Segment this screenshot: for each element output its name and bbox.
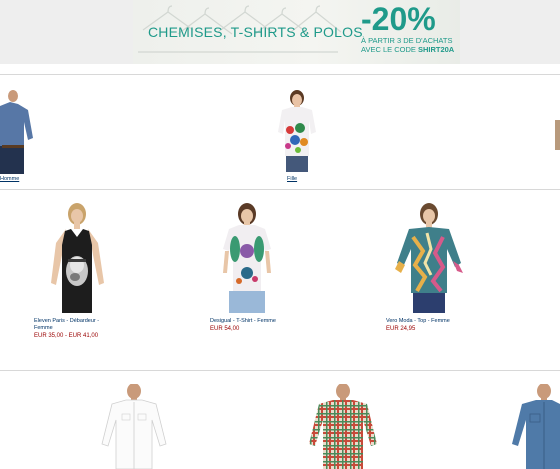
product-price: EUR 24,95 — [386, 326, 416, 332]
product-image-tank-top[interactable] — [46, 203, 110, 315]
divider — [0, 370, 560, 371]
product-image-printed-top[interactable] — [393, 203, 465, 315]
product-image-partial[interactable] — [555, 120, 560, 150]
product-image-denim-shirt[interactable] — [510, 384, 560, 469]
product-image-girl-shirt[interactable] — [276, 90, 318, 176]
product-name[interactable]: Eleven Paris - Débardeur - Femme — [34, 318, 114, 332]
product-price: EUR 54,00 — [210, 326, 240, 332]
promo-code: SHIRT20A — [417, 45, 455, 54]
divider — [0, 189, 560, 190]
product-caption[interactable]: Homme — [0, 176, 19, 182]
divider — [0, 74, 560, 75]
product-price: EUR 35,00 - EUR 41,00 — [34, 333, 99, 339]
product-name[interactable]: Vero Moda - Top - Femme — [386, 318, 466, 325]
discount-label: -20% — [361, 1, 436, 37]
product-name[interactable]: Desigual - T-Shirt - Femme — [210, 318, 290, 325]
product-image-plaid-shirt[interactable] — [305, 384, 381, 469]
product-caption[interactable]: Fille — [287, 176, 297, 182]
promo-code-prefix: AVEC LE CODE — [361, 45, 418, 54]
banner-title: CHEMISES, T-SHIRTS & POLOS — [148, 24, 363, 40]
product-image-men-shirt[interactable] — [0, 88, 36, 174]
discount-condition: À PARTIR 3 DE D'ACHATS — [361, 36, 453, 45]
promo-code-line: AVEC LE CODE SHIRT20A — [361, 45, 454, 54]
product-image-tshirt[interactable] — [219, 203, 275, 315]
product-image-white-shirt[interactable] — [100, 384, 172, 469]
promo-banner[interactable]: CHEMISES, T-SHIRTS & POLOS -20% À PARTIR… — [133, 0, 460, 64]
